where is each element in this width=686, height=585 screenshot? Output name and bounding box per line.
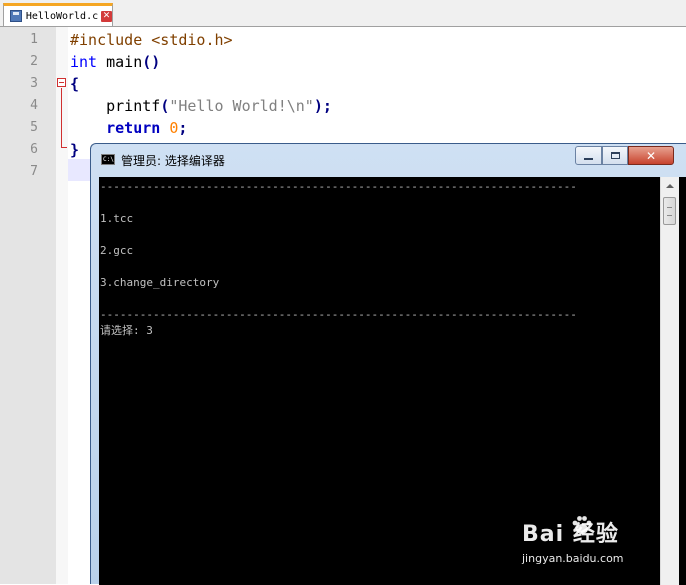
line-number: 7	[30, 164, 38, 179]
code-line: int main()	[70, 51, 160, 73]
maximize-icon	[610, 152, 620, 159]
console-titlebar[interactable]: C:\ 管理员: 选择编译器 ✕	[91, 144, 686, 176]
line-number-gutter: 1 2 3 4 5 6 7	[0, 27, 57, 584]
fold-line	[61, 88, 62, 148]
tab-bar: HelloWorld.c ✕	[0, 0, 686, 27]
code-token: }	[70, 141, 80, 159]
paw-icon	[572, 516, 592, 534]
line-number: 5	[30, 120, 38, 135]
code-line: return 0;	[70, 117, 187, 139]
console-line: 请选择: 3	[100, 324, 153, 337]
save-icon	[10, 10, 22, 22]
console-line: 3.change_directory	[100, 276, 220, 289]
console-title: 管理员: 选择编译器	[121, 154, 225, 168]
watermark: Bai 经验 jingyan.baidu.com	[522, 514, 672, 574]
scrollbar-thumb[interactable]	[663, 197, 676, 225]
code-line: }	[70, 139, 79, 161]
code-token: );	[313, 97, 332, 115]
close-icon[interactable]: ✕	[101, 10, 112, 22]
console-line: ----------------------------------------…	[100, 308, 577, 321]
line-number: 3	[30, 76, 38, 91]
maximize-button[interactable]	[602, 146, 628, 165]
code-line: {	[70, 73, 79, 95]
close-button[interactable]: ✕	[628, 146, 674, 165]
chevron-up-icon	[666, 183, 674, 188]
code-token: ;	[178, 119, 188, 137]
minimize-icon	[584, 158, 593, 160]
tab-label: HelloWorld.c	[25, 10, 99, 22]
code-token: main	[97, 53, 143, 71]
fold-end-marker	[61, 147, 67, 148]
line-number: 4	[30, 98, 38, 113]
code-token: int	[70, 53, 98, 71]
line-number: 6	[30, 142, 38, 157]
line-number: 1	[30, 32, 38, 47]
code-token: #include <stdio.h>	[70, 31, 233, 49]
tab-helloworld[interactable]: HelloWorld.c ✕	[3, 3, 113, 26]
cmd-icon: C:\	[101, 154, 115, 165]
minimize-button[interactable]	[575, 146, 602, 165]
console-line: ----------------------------------------…	[100, 180, 577, 193]
code-token: return	[106, 119, 161, 137]
close-icon: ✕	[645, 148, 657, 163]
code-token: (	[160, 97, 170, 115]
watermark-url: jingyan.baidu.com	[522, 552, 624, 565]
fold-margin	[56, 27, 68, 584]
line-number: 2	[30, 54, 38, 69]
code-line: printf("Hello World!\n");	[70, 95, 332, 117]
code-token: ()	[142, 53, 161, 71]
console-line: 1.tcc	[100, 212, 134, 225]
code-line: #include <stdio.h>	[70, 29, 233, 51]
console-line: 2.gcc	[100, 244, 134, 257]
fold-toggle-icon[interactable]	[57, 78, 66, 87]
code-token: "Hello World!\n"	[169, 97, 314, 115]
code-token: printf	[70, 97, 161, 115]
scroll-up-button[interactable]	[661, 177, 679, 194]
code-token: {	[70, 75, 80, 93]
